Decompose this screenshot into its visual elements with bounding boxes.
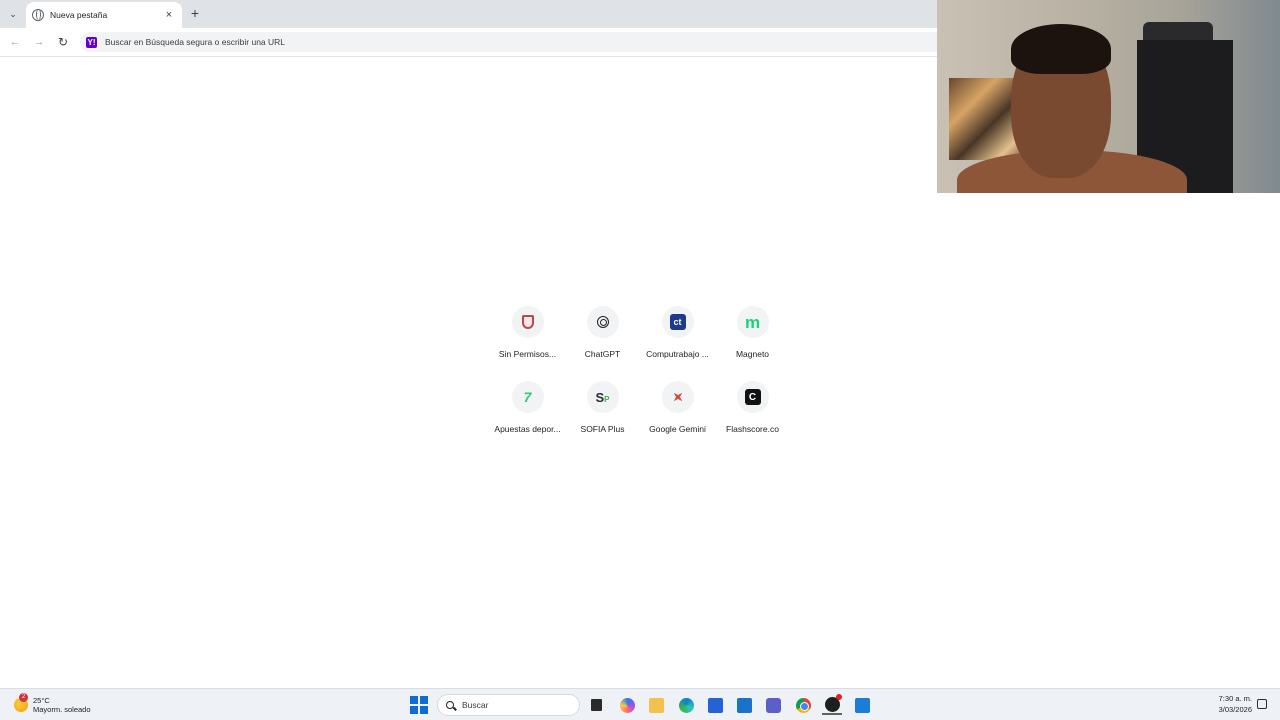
chrome-icon[interactable]: [793, 695, 813, 715]
shortcut-icon-bg: [586, 306, 619, 338]
taskbar: 2 25°C Mayorm. soleado Buscar 7:30 a. m.…: [0, 688, 1280, 720]
shortcut-flashscore[interactable]: C Flashscore.co: [715, 380, 790, 445]
sofia-glyph-sub: P: [604, 394, 610, 404]
shortcut-label: Magneto: [735, 349, 770, 359]
chevron-down-icon[interactable]: ⌄: [4, 5, 22, 23]
globe-icon: [32, 9, 44, 21]
shortcut-gemini[interactable]: Google Gemini: [640, 380, 715, 445]
notification-icon[interactable]: [1257, 699, 1267, 709]
sun-icon: 2: [14, 693, 28, 712]
new-tab-button[interactable]: +: [188, 5, 202, 21]
shortcut-label: Flashscore.co: [726, 424, 779, 434]
shortcut-sofia-plus[interactable]: SP SOFIA Plus: [565, 380, 640, 445]
shortcut-apuestas[interactable]: 7 Apuestas depor...: [490, 380, 565, 445]
weather-text: 25°C Mayorm. soleado: [33, 696, 91, 715]
system-clock[interactable]: 7:30 a. m. 3/03/2026: [1208, 693, 1252, 715]
betting-icon: 7: [523, 389, 532, 405]
clock-time: 7:30 a. m.: [1218, 694, 1252, 703]
computrabajo-icon: ct: [669, 314, 686, 330]
yahoo-icon: Y!: [86, 36, 97, 48]
weather-widget[interactable]: 2 25°C Mayorm. soleado: [14, 693, 91, 717]
shortcut-icon-bg: [511, 306, 544, 338]
search-icon: [446, 701, 454, 709]
screen: ⌄ Nueva pestaña × + ← → ↻ Y! Buscar en B…: [0, 0, 1280, 720]
tab-title: Nueva pestaña: [50, 10, 108, 20]
reload-icon[interactable]: ↻: [55, 34, 71, 50]
outlook-icon[interactable]: [734, 695, 754, 715]
windows-start-icon[interactable]: [410, 696, 428, 714]
shortcut-label: Computrabajo ...: [646, 349, 709, 359]
close-tab-icon[interactable]: ×: [162, 9, 176, 21]
sofia-glyph: S: [595, 389, 605, 405]
clock-date: 3/03/2026: [1218, 705, 1252, 714]
shortcut-sin-permisos[interactable]: Sin Permisos...: [490, 305, 565, 370]
shortcut-icon-bg: SP: [586, 381, 619, 413]
sofia-plus-icon: SP: [595, 391, 609, 404]
shortcut-computrabajo[interactable]: ct Computrabajo ...: [640, 305, 715, 370]
shortcut-icon-bg: C: [736, 381, 769, 413]
address-bar-placeholder: Buscar en Búsqueda segura o escribir una…: [105, 37, 286, 47]
edge-icon[interactable]: [676, 695, 696, 715]
shortcut-magneto[interactable]: m Magneto: [715, 305, 790, 370]
shortcut-icon-bg: [661, 381, 694, 413]
copilot-icon[interactable]: [617, 695, 637, 715]
active-tab[interactable]: Nueva pestaña ×: [26, 2, 182, 28]
gemini-icon: [669, 389, 686, 406]
magneto-icon: m: [744, 312, 761, 332]
notification-badge: 2: [19, 693, 28, 702]
shortcut-label: ChatGPT: [584, 349, 621, 359]
shortcut-icon-bg: ct: [661, 306, 694, 338]
webcam-person-hair: [1011, 24, 1111, 74]
outlook-new-icon[interactable]: [852, 695, 872, 715]
weather-temperature: 25°C: [33, 695, 50, 705]
shortcuts-grid: Sin Permisos... ChatGPT ct Computrabajo …: [490, 305, 790, 445]
forward-arrow-icon[interactable]: →: [31, 34, 47, 50]
taskbar-search-input[interactable]: Buscar: [437, 694, 580, 716]
shortcut-icon-bg: m: [736, 306, 769, 338]
store-icon[interactable]: [705, 695, 725, 715]
obs-icon[interactable]: [822, 694, 842, 715]
address-bar[interactable]: Y! Buscar en Búsqueda segura o escribir …: [80, 32, 960, 52]
shortcut-label: Sin Permisos...: [498, 349, 557, 359]
shortcut-label: SOFIA Plus: [580, 424, 625, 434]
task-view-icon[interactable]: [586, 695, 606, 715]
file-explorer-icon[interactable]: [646, 695, 666, 715]
weather-description: Mayorm. soleado: [33, 704, 91, 714]
teams-icon[interactable]: [763, 695, 783, 715]
shortcut-chatgpt[interactable]: ChatGPT: [565, 305, 640, 370]
shortcut-icon-bg: 7: [511, 381, 544, 413]
back-arrow-icon[interactable]: ←: [7, 34, 23, 50]
taskbar-search-placeholder: Buscar: [462, 700, 489, 710]
chatgpt-icon: [596, 316, 609, 328]
shortcut-label: Google Gemini: [649, 424, 706, 434]
shortcut-label: Apuestas depor...: [494, 424, 561, 434]
shield-icon: [521, 315, 534, 329]
flashscore-icon: C: [744, 389, 761, 405]
webcam-overlay: [937, 0, 1280, 193]
